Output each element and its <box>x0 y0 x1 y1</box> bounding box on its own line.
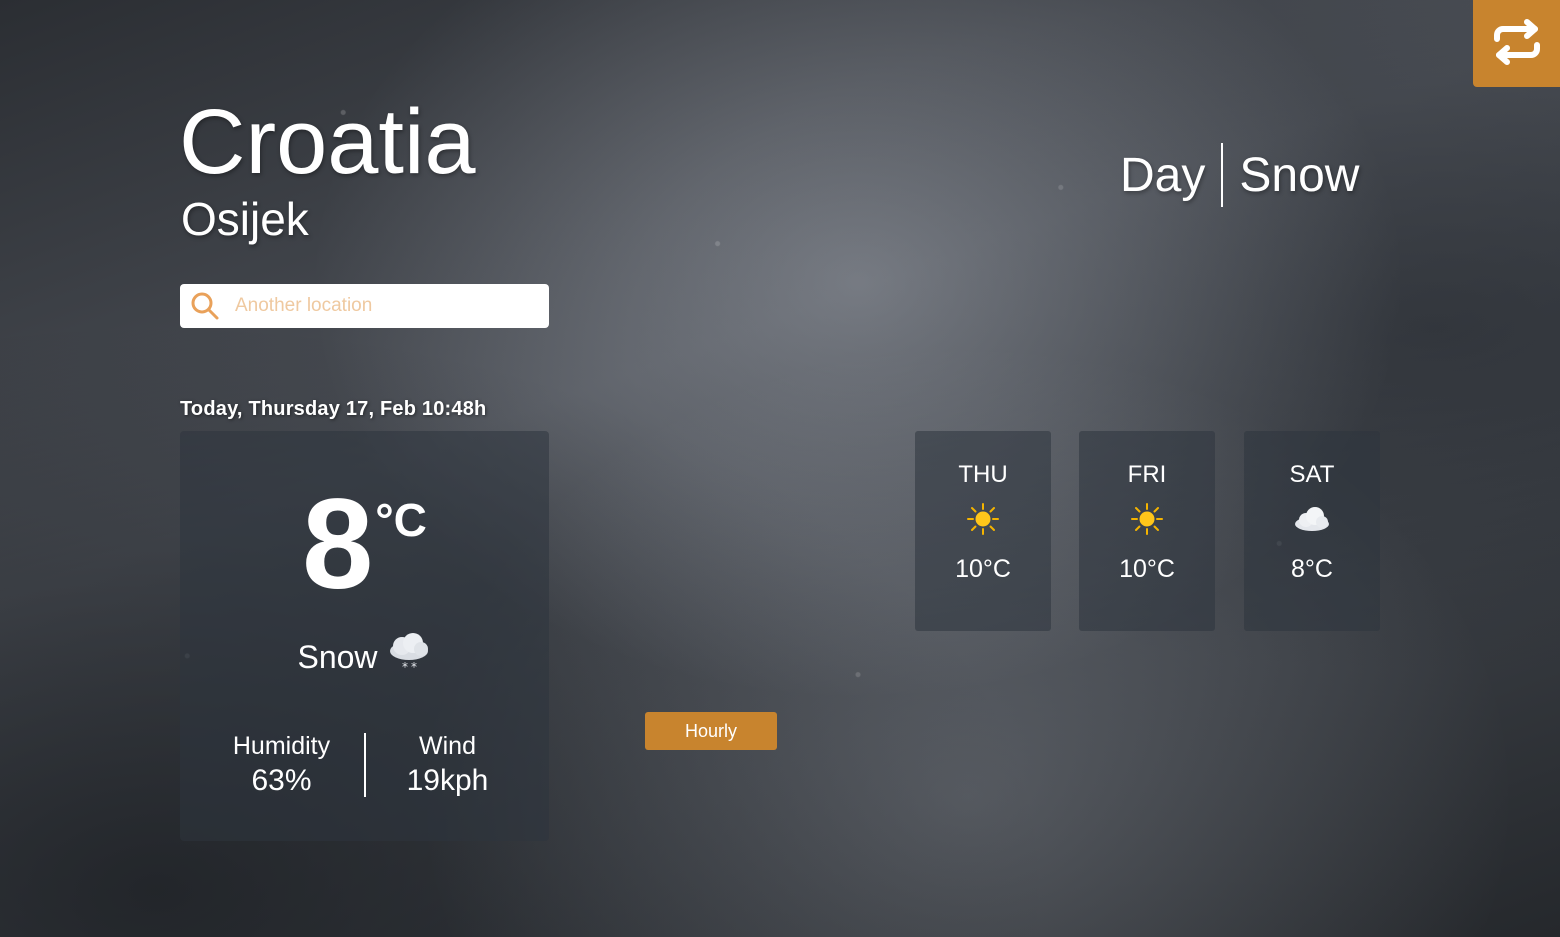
forecast-day: THU <box>958 461 1008 488</box>
humidity-value: 63% <box>251 764 312 797</box>
search-box[interactable] <box>180 284 549 328</box>
svg-text:*: * <box>402 660 408 674</box>
humidity-label: Humidity <box>232 732 331 760</box>
forecast-day: SAT <box>1289 461 1335 488</box>
forecast-card-fri[interactable]: FRI 10°C <box>1079 431 1215 631</box>
location-subtitle: Osijek <box>181 193 309 245</box>
forecast-card-thu[interactable]: THU 10°C <box>915 431 1051 631</box>
wind-label: Wind <box>419 732 476 760</box>
temperature-unit: °C <box>375 494 427 546</box>
hourly-button[interactable]: Hourly <box>645 712 777 750</box>
current-weather-card: 8°C Snow * * Humidity 63% Wind 19kph <box>180 431 549 841</box>
search-input[interactable] <box>233 294 537 318</box>
forecast-card-sat[interactable]: SAT 8°C <box>1244 431 1380 631</box>
forecast-day: FRI <box>1127 461 1167 488</box>
current-date: Today, Thursday 17, Feb 10:48h <box>180 398 487 420</box>
sun-icon <box>915 502 1051 536</box>
sun-icon <box>1079 502 1215 536</box>
time-of-day-label: Day <box>1120 148 1206 202</box>
wind-value: 19kph <box>406 764 489 797</box>
svg-text:*: * <box>411 660 417 674</box>
cloud-icon <box>1244 502 1380 536</box>
current-condition: Snow * * <box>180 631 549 683</box>
forecast-temp: 10°C <box>955 554 1011 583</box>
condition-label: Snow <box>297 638 378 675</box>
mode-indicator: Day Snow <box>1120 143 1359 207</box>
search-icon[interactable] <box>189 290 221 322</box>
weather-mode-label: Snow <box>1239 148 1360 202</box>
forecast-temp: 10°C <box>1119 554 1175 583</box>
wind-stat: Wind 19kph <box>366 731 530 800</box>
temperature-value: 8 <box>302 473 374 616</box>
weather-stats: Humidity 63% Wind 19kph <box>180 731 549 800</box>
humidity-stat: Humidity 63% <box>200 731 364 800</box>
swap-button[interactable] <box>1473 0 1560 87</box>
snow-cloud-icon: * * <box>386 631 432 683</box>
swap-arrows-icon <box>1491 18 1543 69</box>
current-temperature: 8°C <box>180 481 549 609</box>
mode-divider <box>1221 143 1224 207</box>
city-title: Croatia <box>179 91 476 193</box>
forecast-temp: 8°C <box>1291 554 1333 583</box>
